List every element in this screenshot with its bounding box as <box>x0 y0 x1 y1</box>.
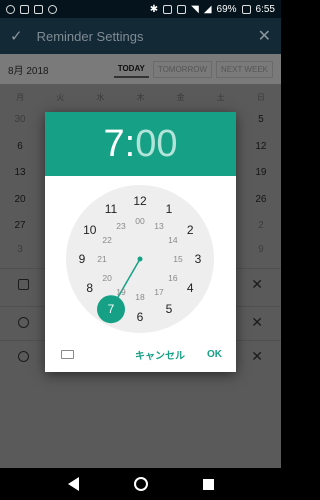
hour-option[interactable]: 4 <box>187 281 194 295</box>
hour-option[interactable]: 9 <box>79 252 86 266</box>
alarm-clock-icon <box>18 317 29 328</box>
calendar-day[interactable]: 3 <box>0 244 40 255</box>
hour-option[interactable]: 6 <box>137 310 144 324</box>
hour-option-24h[interactable]: 16 <box>168 273 178 283</box>
hour-option[interactable]: 2 <box>187 223 194 237</box>
dialog-actions: キャンセル OK <box>45 340 236 368</box>
hour-option[interactable]: 11 <box>105 202 118 216</box>
weekday-label: 水 <box>96 93 105 102</box>
hour-option-24h[interactable]: 13 <box>154 221 164 231</box>
calendar-day[interactable]: 27 <box>0 220 40 231</box>
home-icon[interactable] <box>133 477 148 491</box>
wifi-icon: ◥ <box>191 3 199 15</box>
hour-option-24h[interactable]: 14 <box>168 235 178 245</box>
close-icon[interactable]: ✕ <box>258 26 271 46</box>
clear-time-icon[interactable]: ✕ <box>251 314 263 331</box>
weekday-header: 月 火 水 木 金 土 日 <box>0 92 281 103</box>
clock-center <box>137 256 143 262</box>
clock-dial-face: 121234567891011001314151617181920212223 <box>79 194 202 324</box>
hour-option-24h[interactable]: 22 <box>102 235 112 245</box>
app-bar: ✓ Reminder Settings ✕ <box>0 18 281 54</box>
calendar-day[interactable]: 19 <box>241 167 281 178</box>
repeat-icon <box>18 351 29 362</box>
battery-icon <box>241 4 251 14</box>
weekday-label: 木 <box>136 93 145 102</box>
battery-percent: 69% <box>216 3 237 15</box>
calendar-day[interactable]: 9 <box>241 244 281 255</box>
calendar-day[interactable]: 6 <box>0 141 40 152</box>
bluetooth-icon: ✱ <box>149 3 159 15</box>
minute-display[interactable]: 00 <box>135 123 177 166</box>
hour-option[interactable]: 5 <box>166 302 173 316</box>
hour-option[interactable]: 3 <box>195 252 202 266</box>
calendar-day[interactable]: 13 <box>0 167 40 178</box>
keyboard-icon[interactable] <box>61 349 74 359</box>
calendar-day[interactable]: 12 <box>241 141 281 152</box>
hour-option-24h[interactable]: 21 <box>97 254 107 264</box>
ok-button[interactable]: OK <box>207 349 222 360</box>
signal-icon: ◢ <box>203 3 212 15</box>
weekday-label: 日 <box>256 93 265 102</box>
hour-option-24h[interactable]: 20 <box>102 273 112 283</box>
calendar-day[interactable]: 20 <box>0 194 40 205</box>
status-left-icons <box>6 4 57 14</box>
recent-apps-icon[interactable] <box>202 478 214 490</box>
hour-option[interactable]: 8 <box>86 281 93 295</box>
status-time: 6:55 <box>255 3 275 15</box>
weekday-label: 火 <box>56 93 65 102</box>
time-picker-dialog: 7 : 00 12 1 2 3 4 5 6 7 8 9 10 11 00 13 14 15 16 17 18 19 20… <box>45 112 236 372</box>
hour-option-24h[interactable]: 00 <box>135 216 145 226</box>
weekday-label: 金 <box>176 93 185 102</box>
navigation-bar <box>0 468 281 500</box>
image-icon <box>34 4 43 14</box>
hour-option[interactable]: 12 <box>133 194 147 208</box>
check-icon[interactable]: ✓ <box>10 27 23 45</box>
month-label: 8月 2018 <box>8 65 49 77</box>
calendar-day[interactable]: 2 <box>241 220 281 231</box>
status-right-icons: ✱ ◥ ◢ 69% 6:55 <box>150 4 275 15</box>
back-icon[interactable] <box>67 477 79 491</box>
image-icon <box>20 4 29 14</box>
vibrate-icon <box>177 4 187 14</box>
weekday-label: 土 <box>216 93 225 102</box>
calendar-day[interactable]: 26 <box>241 194 281 205</box>
hour-option[interactable]: 10 <box>83 223 97 237</box>
emoji-icon <box>48 4 57 14</box>
calendar-header: 8月 2018 TODAY TOMORROW NEXT WEEK <box>0 54 281 84</box>
hour-option-24h[interactable]: 18 <box>135 292 145 302</box>
time-display: 7 : 00 <box>45 112 236 176</box>
calendar-day[interactable]: 30 <box>0 114 40 125</box>
hour-option-24h[interactable]: 23 <box>116 221 126 231</box>
alarm-icon <box>6 4 15 14</box>
hour-option[interactable]: 7 <box>108 302 115 316</box>
hour-option[interactable]: 1 <box>166 202 173 216</box>
today-button[interactable]: TODAY <box>113 61 149 78</box>
tomorrow-button[interactable]: TOMORROW <box>152 60 213 78</box>
clear-date-icon[interactable]: ✕ <box>251 276 263 293</box>
time-separator: : <box>124 122 136 165</box>
next-week-button[interactable]: NEXT WEEK <box>216 60 273 78</box>
hour-option-24h[interactable]: 17 <box>154 287 164 297</box>
hour-option-24h[interactable]: 19 <box>116 287 126 297</box>
calendar-day[interactable]: 5 <box>241 114 281 125</box>
page-title: Reminder Settings <box>36 28 144 44</box>
cancel-button[interactable]: キャンセル <box>135 347 185 362</box>
hour-display[interactable]: 7 <box>104 123 125 166</box>
status-bar: ✱ ◥ ◢ 69% 6:55 <box>0 0 281 18</box>
weekday-label: 月 <box>16 93 25 102</box>
clock-dial[interactable]: 12 1 2 3 4 5 6 7 8 9 10 11 00 13 14 15 16 17 18 19 20 21 22 23 <box>66 185 214 333</box>
hour-option-24h[interactable]: 15 <box>173 254 183 264</box>
clear-repeat-icon[interactable]: ✕ <box>251 348 263 365</box>
calendar-icon <box>18 279 29 290</box>
nfc-icon <box>163 4 173 14</box>
